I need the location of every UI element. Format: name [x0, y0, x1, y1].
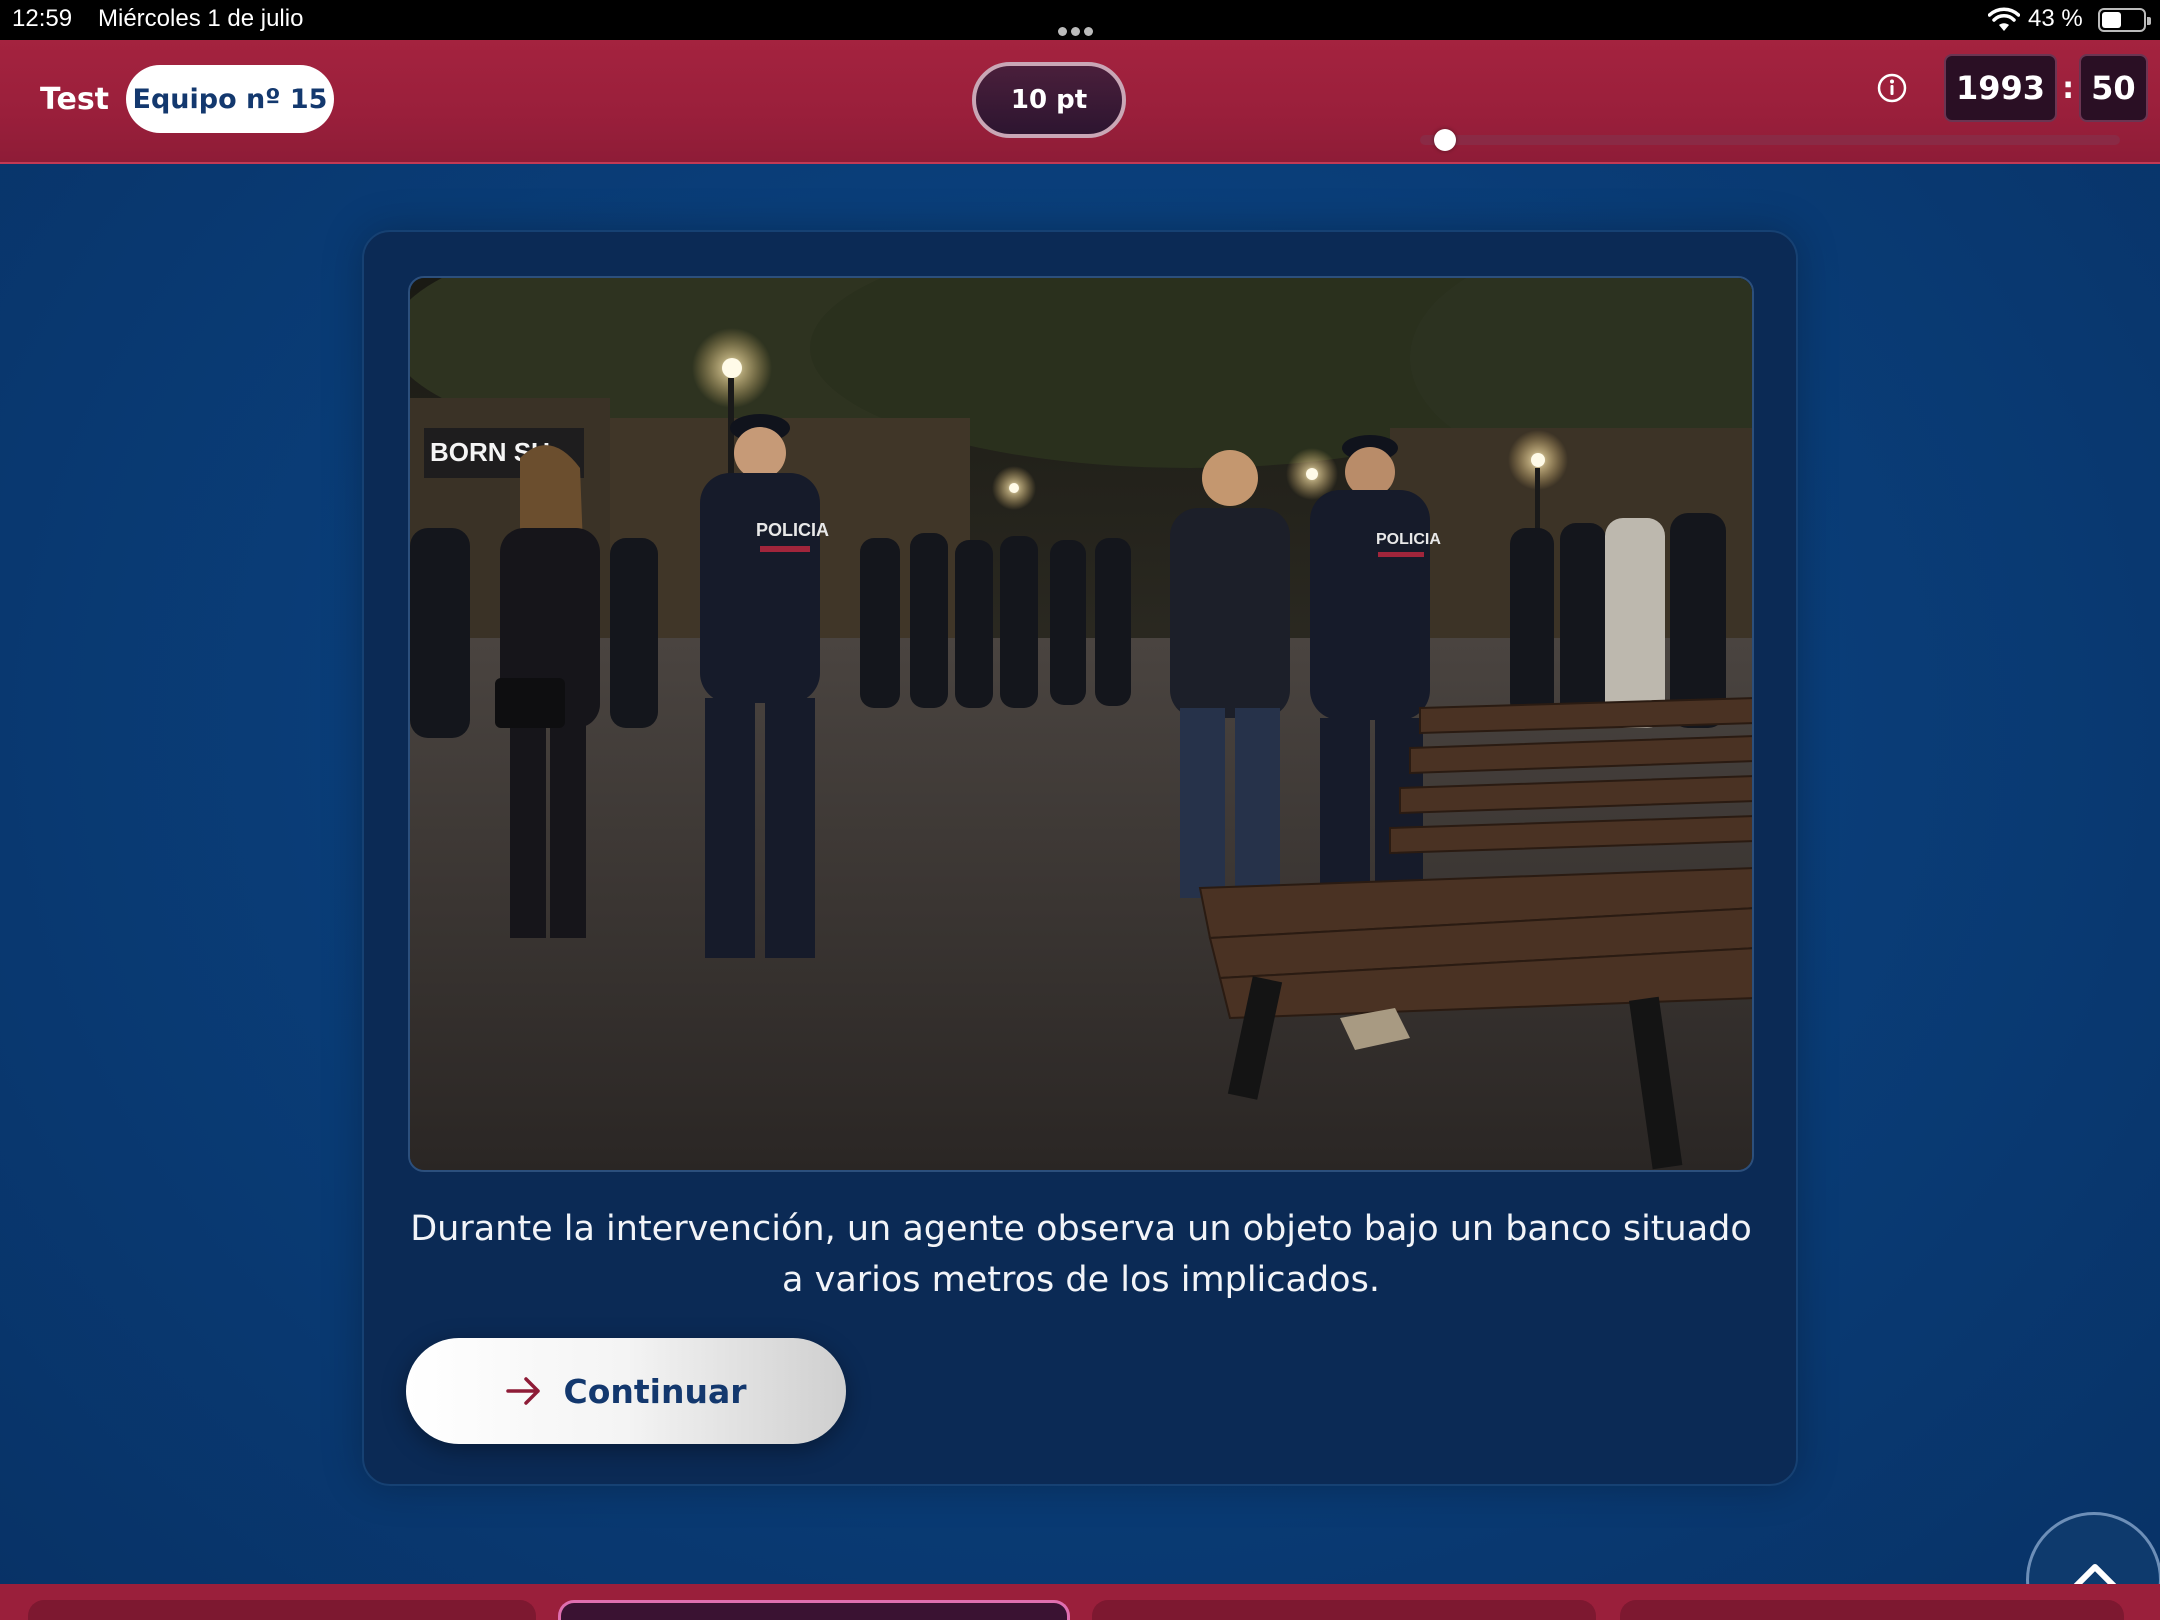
info-icon[interactable]	[1876, 72, 1908, 104]
timer-seconds: 50	[2079, 54, 2148, 122]
status-bar: 12:59 Miércoles 1 de julio 43 %	[0, 0, 2160, 40]
status-date: Miércoles 1 de julio	[98, 5, 304, 32]
question-caption: Durante la intervención, un agente obser…	[410, 1209, 1752, 1300]
scene-illustration: BORN SU POLICIA POLICIA	[410, 278, 1752, 1170]
page-title: Test	[40, 82, 110, 117]
police-label-left: POLICIA	[756, 520, 829, 540]
app-root: 12:59 Miércoles 1 de julio 43 % Test Equ…	[0, 0, 2160, 1620]
wifi-icon	[1988, 7, 2020, 31]
timer-minutes: 1993	[1944, 54, 2058, 122]
countdown-timer: 1993 : 50	[1944, 54, 2148, 122]
multitasking-dots-icon[interactable]	[1058, 15, 1102, 36]
bottom-tab-2[interactable]	[558, 1600, 1070, 1620]
continue-button[interactable]: Continuar	[406, 1338, 846, 1444]
battery-icon	[2098, 8, 2151, 32]
bottom-tab-bar	[0, 1584, 2160, 1620]
continue-button-label: Continuar	[563, 1371, 747, 1411]
battery-percentage: 43 %	[2028, 5, 2083, 32]
points-badge: 10 pt	[972, 62, 1126, 138]
police-label-right: POLICIA	[1376, 531, 1441, 548]
bottom-tab-1[interactable]	[28, 1600, 536, 1620]
question-card: BORN SU POLICIA POLICIA Durante la inter…	[362, 230, 1798, 1486]
scene-image: BORN SU POLICIA POLICIA	[408, 276, 1754, 1172]
progress-slider-thumb[interactable]	[1433, 129, 1456, 151]
status-time: 12:59	[12, 5, 73, 32]
bottom-tab-3[interactable]	[1092, 1600, 1596, 1620]
bottom-tab-4[interactable]	[1620, 1600, 2124, 1620]
progress-slider-track	[1420, 129, 2120, 151]
timer-separator: :	[2062, 70, 2075, 106]
team-badge: Equipo nº 15	[126, 65, 334, 133]
arrow-right-icon	[505, 1377, 540, 1405]
top-header: Test Equipo nº 15 10 pt 1993 : 50	[0, 40, 2160, 164]
